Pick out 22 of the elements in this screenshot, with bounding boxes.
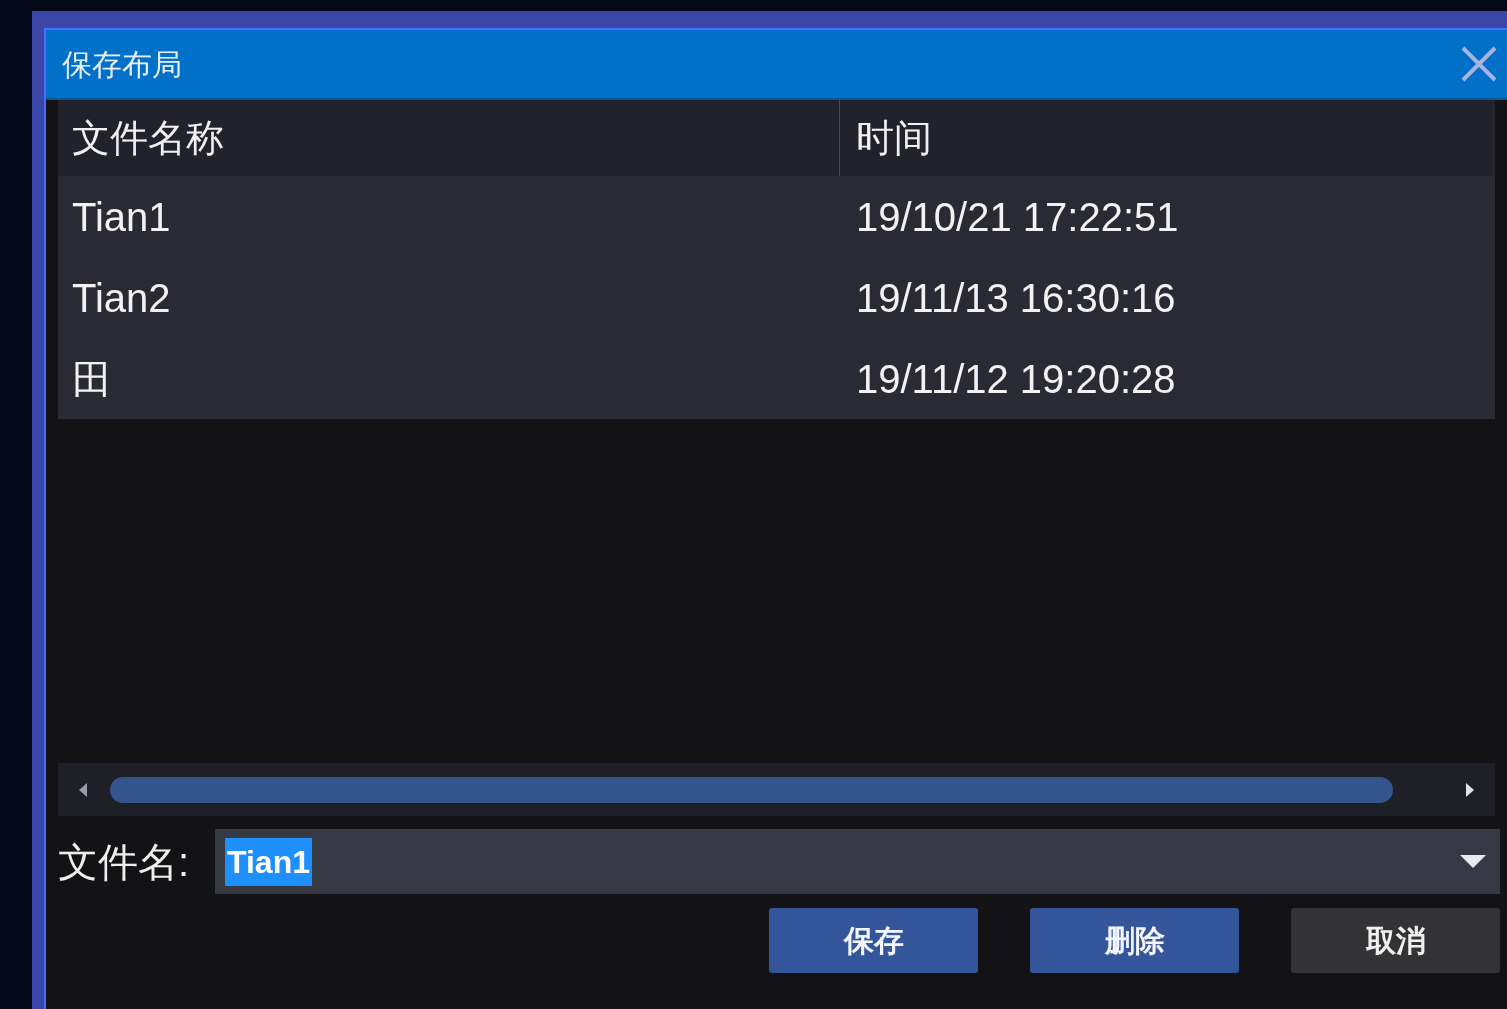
table-row[interactable]: Tian1 19/10/21 17:22:51 (58, 176, 1495, 257)
scrollbar-thumb[interactable] (110, 776, 1393, 803)
horizontal-scrollbar[interactable] (58, 763, 1495, 816)
table-cell-text: Tian1 (71, 193, 172, 241)
table-cell-text: 19/11/12 19:20:28 (855, 355, 1176, 403)
table-cell-text: 19/11/13 16:30:16 (855, 274, 1176, 322)
table-cell-text: 19/10/21 17:22:51 (855, 193, 1179, 241)
filename-label: 文件名: (58, 838, 191, 886)
dialog-button[interactable]: 取消 (1291, 908, 1500, 973)
column-header[interactable]: 文件名称 (72, 109, 224, 167)
scroll-left-icon[interactable] (78, 781, 88, 798)
filename-value: Tian1 (225, 837, 312, 886)
scroll-right-icon[interactable] (1465, 781, 1475, 798)
window-title: 保存布局 (62, 46, 182, 83)
table-cell-text: Tian2 (71, 274, 172, 322)
dropdown-caret-icon[interactable] (1460, 854, 1486, 869)
table-cell-text: 田 (71, 355, 113, 403)
dialog-button[interactable]: 删除 (1030, 908, 1239, 973)
table-row[interactable]: 田 19/11/12 19:20:28 (58, 338, 1495, 419)
column-header[interactable]: 时间 (856, 109, 932, 167)
dialog-button[interactable]: 保存 (769, 908, 978, 973)
table-row[interactable]: Tian2 19/11/13 16:30:16 (58, 257, 1495, 338)
